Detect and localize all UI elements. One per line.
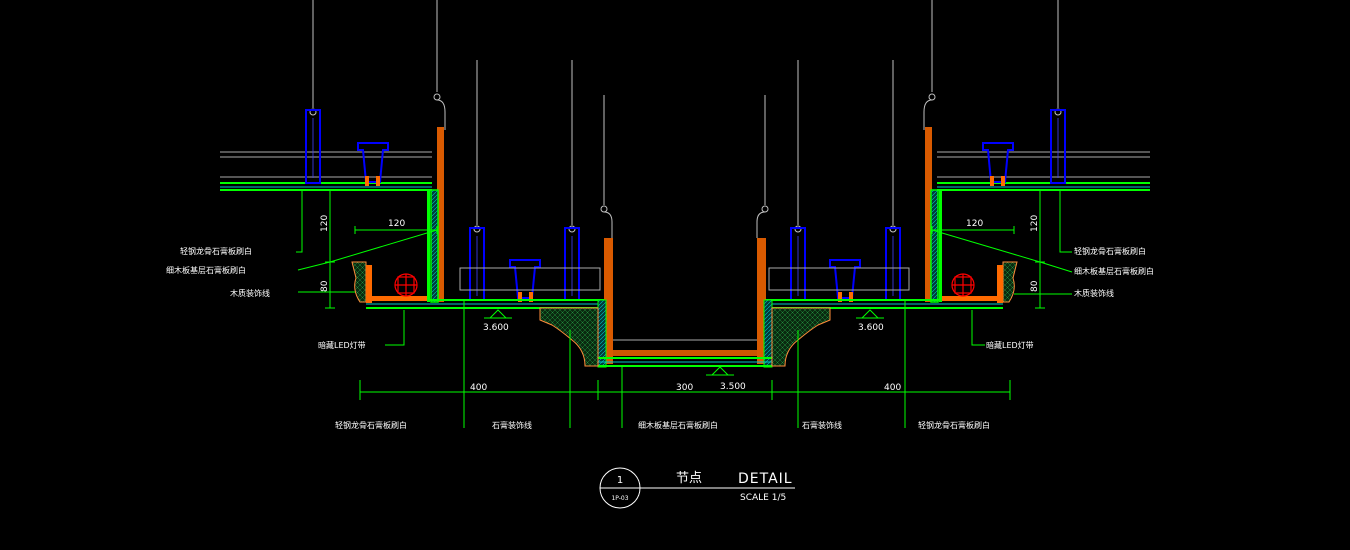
cad-detail-drawing: 3.600 3.500 3.600 120 80 120 120 80 120 … (166, 0, 1154, 509)
label-bottom-1: 轻钢龙骨石膏板刷白 (335, 420, 407, 430)
level-left: 3.600 (483, 323, 509, 333)
label-left-low: 木质装饰线 (230, 288, 270, 298)
left-step-wall (427, 127, 444, 303)
wood-trims (366, 265, 1003, 303)
label-left-top: 轻钢龙骨石膏板刷白 (180, 246, 252, 256)
dim-bottom-center: 300 (676, 383, 693, 393)
dim-w120-right: 120 (966, 219, 983, 229)
upper-ceiling (220, 151, 1150, 191)
right-step-wall (925, 127, 942, 303)
dim-h80-right: 80 (1030, 280, 1040, 292)
keel-inner-lines (312, 118, 1059, 296)
label-right-led: 暗藏LED灯带 (986, 340, 1034, 350)
label-right-mid: 细木板基层石膏板刷白 (1074, 266, 1154, 276)
mid-ceiling-right (765, 267, 1003, 309)
dim-bottom-right: 400 (884, 383, 901, 393)
metal-keels (305, 109, 1066, 301)
label-right-low: 木质装饰线 (1074, 288, 1114, 298)
label-left-led: 暗藏LED灯带 (318, 340, 366, 350)
hanger-rods (312, 0, 1059, 225)
led-strip-left (394, 273, 418, 297)
title-cn: 节点 (676, 471, 702, 486)
label-bottom-2: 石膏装饰线 (492, 420, 532, 430)
central-trough (597, 238, 773, 368)
level-right: 3.600 (858, 323, 884, 333)
label-bottom-5: 轻钢龙骨石膏板刷白 (918, 420, 990, 430)
dim-h120-right: 120 (1030, 215, 1040, 232)
level-center: 3.500 (720, 382, 746, 392)
dim-h120-left: 120 (320, 215, 330, 232)
title-en: DETAIL (738, 471, 793, 487)
label-right-top: 轻钢龙骨石膏板刷白 (1074, 246, 1146, 256)
title-sheet: 1P-03 (611, 495, 628, 502)
dim-w120-left: 120 (388, 219, 405, 229)
label-bottom-3: 细木板基层石膏板刷白 (638, 420, 718, 430)
dim-h80-left: 80 (320, 280, 330, 292)
led-strip-right (951, 273, 975, 297)
label-left-mid: 细木板基层石膏板刷白 (166, 265, 246, 275)
title-block: 1 1P-03 节点 DETAIL SCALE 1/5 (599, 467, 795, 509)
label-bottom-4: 石膏装饰线 (802, 420, 842, 430)
dim-bottom-left: 400 (470, 383, 487, 393)
title-number: 1 (617, 475, 623, 486)
title-scale: SCALE 1/5 (740, 493, 786, 503)
hanger-clips (309, 93, 1062, 238)
